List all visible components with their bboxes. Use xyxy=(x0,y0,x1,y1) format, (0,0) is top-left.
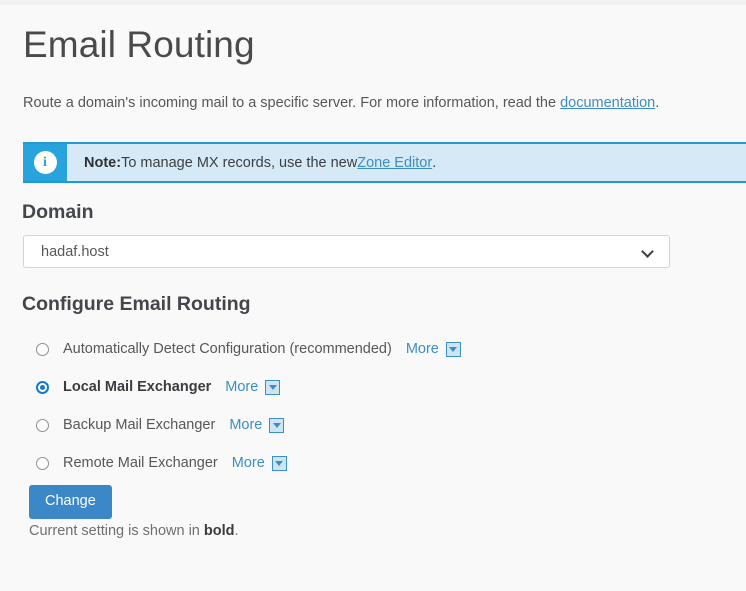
footnote-text-after: . xyxy=(234,523,239,539)
routing-option-backup-mail-exchanger[interactable]: Backup Mail Exchanger More xyxy=(36,406,636,444)
routing-option-remote-mail-exchanger[interactable]: Remote Mail Exchanger More xyxy=(36,444,636,482)
routing-option-label[interactable]: Automatically Detect Configuration (reco… xyxy=(63,341,392,357)
documentation-link[interactable]: documentation xyxy=(560,95,655,111)
caret-down-icon[interactable] xyxy=(445,341,461,357)
radio-local-mail-exchanger[interactable] xyxy=(36,380,49,394)
domain-select[interactable]: hadaf.host xyxy=(23,235,670,268)
notice-text-after-link: . xyxy=(432,154,437,171)
footnote-text-before: Current setting is shown in xyxy=(29,523,204,539)
page-description: Route a domain's incoming mail to a spec… xyxy=(0,67,746,113)
description-text-before-link: Route a domain's incoming mail to a spec… xyxy=(23,95,561,111)
routing-option-label[interactable]: Backup Mail Exchanger xyxy=(63,417,215,433)
radio-remote-mail-exchanger[interactable] xyxy=(36,456,49,470)
more-link-remote-mail-exchanger[interactable]: More xyxy=(232,455,265,471)
chevron-down-icon xyxy=(642,245,655,258)
routing-option-label[interactable]: Local Mail Exchanger xyxy=(63,379,211,395)
notice-text-before-link: To manage MX records, use the new xyxy=(121,154,358,171)
notice-label: Note: xyxy=(84,154,122,171)
more-link-auto-detect[interactable]: More xyxy=(406,341,439,357)
change-button[interactable]: Change xyxy=(29,485,112,519)
current-setting-footnote: Current setting is shown in bold. xyxy=(29,523,239,539)
info-notice-banner: i Note: To manage MX records, use the ne… xyxy=(23,142,746,183)
info-circle-icon: i xyxy=(33,151,57,174)
more-link-local-mail-exchanger[interactable]: More xyxy=(225,379,258,395)
configure-heading: Configure Email Routing xyxy=(22,293,251,315)
radio-backup-mail-exchanger[interactable] xyxy=(36,418,49,432)
email-routing-page: Email Routing Route a domain's incoming … xyxy=(0,5,746,591)
domain-heading: Domain xyxy=(22,201,94,223)
zone-editor-link[interactable]: Zone Editor xyxy=(357,155,432,171)
notice-icon-container: i xyxy=(23,144,67,181)
caret-down-icon[interactable] xyxy=(269,417,285,433)
domain-select-value: hadaf.host xyxy=(41,243,109,260)
routing-option-local-mail-exchanger[interactable]: Local Mail Exchanger More xyxy=(36,368,636,406)
more-link-backup-mail-exchanger[interactable]: More xyxy=(229,417,262,433)
routing-option-label[interactable]: Remote Mail Exchanger xyxy=(63,455,218,471)
routing-option-auto-detect[interactable]: Automatically Detect Configuration (reco… xyxy=(36,330,636,368)
notice-message: Note: To manage MX records, use the new … xyxy=(67,144,436,181)
radio-auto-detect[interactable] xyxy=(36,342,49,356)
page-title: Email Routing xyxy=(23,24,255,65)
description-text-after-link: . xyxy=(655,95,660,111)
caret-down-icon[interactable] xyxy=(271,455,287,471)
caret-down-icon[interactable] xyxy=(265,379,281,395)
footnote-bold-word: bold xyxy=(203,523,235,539)
domain-select-wrapper: hadaf.host xyxy=(23,235,670,268)
routing-options-group: Automatically Detect Configuration (reco… xyxy=(36,330,636,482)
